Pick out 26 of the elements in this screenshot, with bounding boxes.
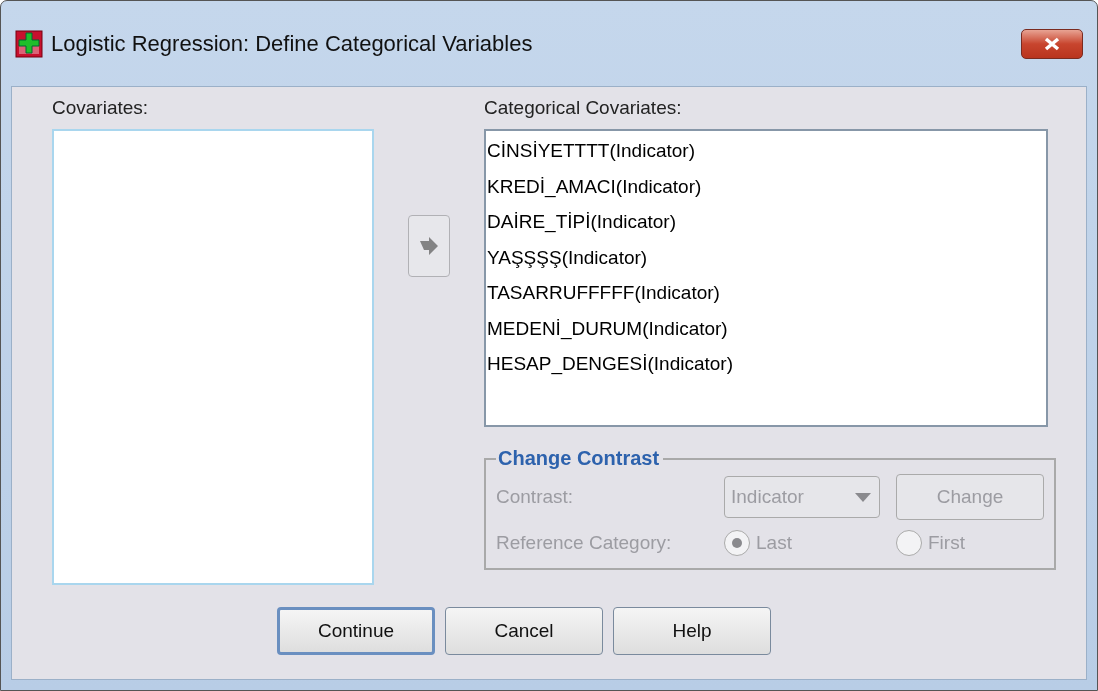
dialog-button[interactable]: Continue [277, 607, 435, 655]
list-item[interactable]: KREDİ_AMACI(Indicator) [486, 168, 703, 204]
group-title: Change Contrast [497, 447, 661, 470]
arrow-icon [419, 237, 439, 255]
list-item[interactable]: CİNSİYETTTT(Indicator) [486, 133, 696, 169]
covariates-list[interactable] [52, 129, 374, 585]
reference-category-label: Reference Category: [496, 532, 673, 554]
close-icon [1043, 36, 1061, 51]
grid-plus-icon [15, 29, 43, 58]
radio-label: Last [756, 532, 792, 554]
list-item[interactable]: HESAP_DENGESİ(Indicator) [486, 346, 735, 382]
close-button[interactable] [1021, 28, 1083, 59]
contrast-label: Contrast: [496, 486, 575, 508]
covariates-label: Covariates: [52, 97, 150, 120]
categorical-covariates-label: Categorical Covariates: [484, 97, 683, 120]
list-item[interactable]: TASARRUFFFFF(Indicator) [486, 275, 721, 311]
list-item[interactable]: DAİRE_TİPİ(Indicator) [486, 204, 677, 240]
dropdown-value: Indicator [731, 486, 804, 508]
list-item[interactable]: YAŞŞŞŞ(Indicator) [486, 239, 649, 275]
list-item[interactable]: MEDENİ_DURUM(Indicator) [486, 310, 729, 346]
caret-icon [855, 492, 871, 502]
radio-label: First [928, 532, 965, 554]
dialog-button[interactable]: Cancel [445, 607, 603, 655]
window-title: Logistic Regression: Define Categorical Variables [51, 30, 534, 57]
categorical-covariates-list[interactable]: CİNSİYETTTT(Indicator) KREDİ_AMACI(Indicator) DAİRE_TİPİ(Indicator) YAŞŞŞŞ(Indicator) TASARRUFFFFF(Indicator) MEDENİ_DURUM(Indicator) HESAP_DENGESİ(Indicator) [484, 129, 1048, 427]
dialog-button[interactable]: Help [613, 607, 771, 655]
